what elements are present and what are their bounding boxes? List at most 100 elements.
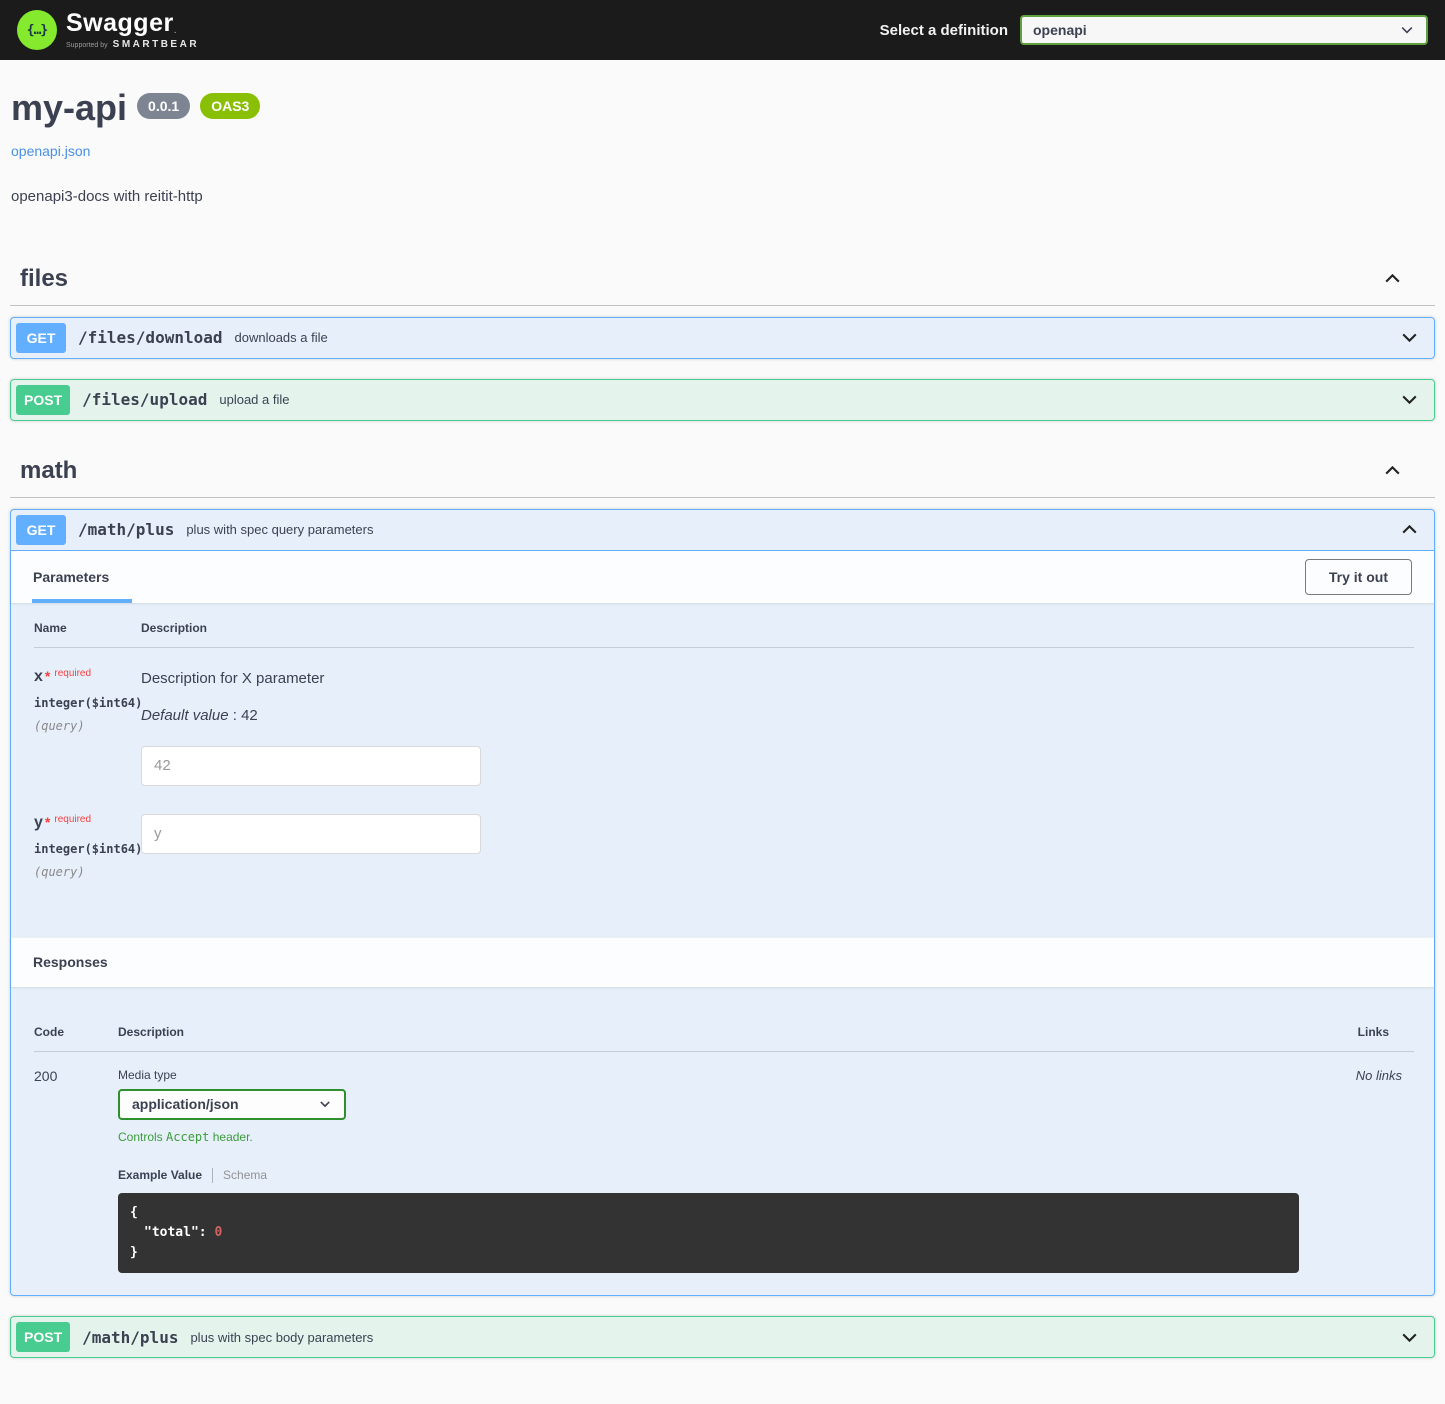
operation-summary-text: downloads a file xyxy=(235,330,328,345)
operation-summary-row[interactable]: GET /math/plus plus with spec query para… xyxy=(11,510,1434,551)
links-column-header: Links xyxy=(1299,1025,1414,1039)
param-y-input[interactable] xyxy=(141,814,481,854)
method-badge-post: POST xyxy=(16,385,70,415)
operation-summary-text: plus with spec query parameters xyxy=(186,522,373,537)
code-colon: : xyxy=(199,1225,215,1240)
try-it-out-button[interactable]: Try it out xyxy=(1305,559,1412,595)
accept-header-note: Controls Accept header. xyxy=(118,1130,1299,1144)
oas3-badge: OAS3 xyxy=(200,93,260,119)
response-links: No links xyxy=(1299,1068,1414,1273)
files-section-header[interactable]: files xyxy=(10,253,1435,306)
expand-operation-button[interactable] xyxy=(1399,1327,1429,1348)
api-title: my-api xyxy=(11,88,127,128)
tab-example-value[interactable]: Example Value xyxy=(118,1168,202,1182)
swagger-logo-tm: . xyxy=(174,25,177,36)
operation-post-math-plus: POST /math/plus plus with spec body para… xyxy=(10,1316,1435,1358)
spec-link[interactable]: openapi.json xyxy=(11,143,90,159)
accept-note-code: Accept xyxy=(166,1130,209,1144)
accept-note-suffix: header. xyxy=(209,1130,252,1144)
param-type: integer($int64) xyxy=(34,842,141,856)
swagger-wordmark: Swagger . Supported by SMARTBEAR xyxy=(66,11,199,50)
media-type-select[interactable]: application/json xyxy=(118,1089,346,1120)
parameters-header: Parameters Try it out xyxy=(11,551,1434,603)
param-x-input[interactable] xyxy=(141,746,481,786)
responses-title: Responses xyxy=(33,954,108,970)
swagger-braces-icon: {…} xyxy=(17,10,57,50)
operation-path: /files/upload xyxy=(82,390,207,409)
example-code-block: { "total": 0 } xyxy=(118,1193,1299,1273)
chevron-down-icon xyxy=(318,1097,332,1111)
topbar: {…} Swagger . Supported by SMARTBEAR Sel… xyxy=(0,0,1445,60)
code-line-total: "total": 0 xyxy=(130,1223,1287,1243)
required-label: required xyxy=(54,668,91,679)
media-type-label: Media type xyxy=(118,1068,1299,1082)
operation-summary-row[interactable]: GET /files/download downloads a file xyxy=(11,318,1434,358)
api-description: openapi3-docs with reitit-http xyxy=(11,188,1434,205)
operation-summary-text: upload a file xyxy=(219,392,289,407)
supported-by-label: Supported by xyxy=(66,42,108,49)
operation-summary-text: plus with spec body parameters xyxy=(190,1330,373,1345)
swagger-logo-text: Swagger xyxy=(66,11,174,36)
math-section: math GET /math/plus plus with spec query… xyxy=(0,445,1445,1358)
description-column-header: Description xyxy=(118,1025,1299,1039)
operation-path: /math/plus xyxy=(82,1328,178,1347)
method-badge-get: GET xyxy=(16,323,66,353)
param-description-column-header: Description xyxy=(141,621,1414,635)
media-type-value: application/json xyxy=(132,1096,239,1112)
parameter-row-x: x*required integer($int64) (query) Descr… xyxy=(34,648,1414,786)
expand-operation-button[interactable] xyxy=(1399,389,1429,410)
code-column-header: Code xyxy=(34,1025,118,1039)
operation-summary-row[interactable]: POST /math/plus plus with spec body para… xyxy=(11,1317,1434,1357)
definition-select[interactable]: openapi xyxy=(1020,15,1428,45)
param-location: (query) xyxy=(34,865,141,879)
responses-header: Responses xyxy=(11,937,1434,987)
accept-note-prefix: Controls xyxy=(118,1130,166,1144)
param-location: (query) xyxy=(34,719,141,733)
method-badge-post: POST xyxy=(16,1322,70,1352)
section-title-files: files xyxy=(20,265,68,293)
operation-get-files-download: GET /files/download downloads a file xyxy=(10,317,1435,359)
operation-path: /math/plus xyxy=(78,520,174,539)
parameter-row-y: y*required integer($int64) (query) xyxy=(34,786,1414,879)
param-default: Default value : 42 xyxy=(141,707,1414,724)
version-badge: 0.0.1 xyxy=(137,93,190,119)
code-number-value: 0 xyxy=(214,1225,222,1240)
expand-operation-button[interactable] xyxy=(1399,327,1429,348)
code-line-close: } xyxy=(130,1243,1287,1263)
code-line-open: { xyxy=(130,1203,1287,1223)
definition-select-label: Select a definition xyxy=(880,22,1008,39)
collapse-section-button[interactable] xyxy=(1382,268,1425,289)
param-description: Description for X parameter xyxy=(141,670,1414,687)
section-title-math: math xyxy=(20,457,77,485)
info-container: my-api 0.0.1 OAS3 openapi.json openapi3-… xyxy=(0,60,1445,205)
active-tab-underline xyxy=(32,599,132,603)
operation-post-files-upload: POST /files/upload upload a file xyxy=(10,379,1435,421)
smartbear-label: SMARTBEAR xyxy=(113,39,199,50)
param-name-column-header: Name xyxy=(34,621,141,635)
required-asterisk: * xyxy=(45,668,50,684)
response-row-200: 200 Media type application/json Controls… xyxy=(34,1052,1414,1273)
files-section: files GET /files/download downloads a fi… xyxy=(0,253,1445,421)
example-tabs: Example Value Schema xyxy=(118,1168,1299,1183)
chevron-down-icon xyxy=(1399,22,1415,38)
collapse-operation-button[interactable] xyxy=(1399,519,1429,540)
operation-get-math-plus: GET /math/plus plus with spec query para… xyxy=(10,509,1435,1296)
parameters-container: Name Description x*required integer($int… xyxy=(11,603,1434,937)
method-badge-get: GET xyxy=(16,515,66,545)
response-code: 200 xyxy=(34,1068,118,1273)
tab-parameters[interactable]: Parameters xyxy=(33,569,109,585)
operation-summary-row[interactable]: POST /files/upload upload a file xyxy=(11,380,1434,420)
operation-path: /files/download xyxy=(78,328,223,347)
param-name: y xyxy=(34,814,43,831)
definition-select-value: openapi xyxy=(1033,22,1087,38)
default-value-sep: : xyxy=(229,707,242,724)
param-type: integer($int64) xyxy=(34,696,141,710)
code-key: "total" xyxy=(144,1225,199,1240)
tab-schema[interactable]: Schema xyxy=(223,1168,267,1182)
required-asterisk: * xyxy=(45,814,50,830)
math-section-header[interactable]: math xyxy=(10,445,1435,498)
default-value-label: Default value xyxy=(141,707,229,724)
swagger-logo: {…} Swagger . Supported by SMARTBEAR xyxy=(17,10,199,50)
collapse-section-button[interactable] xyxy=(1382,460,1425,481)
responses-container: Code Description Links 200 Media type ap… xyxy=(11,987,1434,1295)
